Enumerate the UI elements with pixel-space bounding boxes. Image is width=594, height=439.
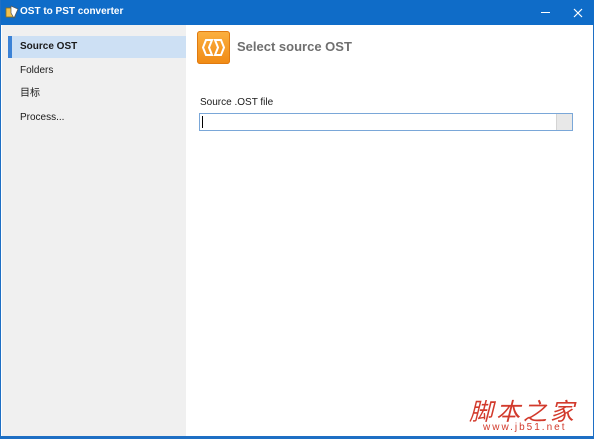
text-caret — [202, 116, 203, 128]
watermark-url: www.jb51.net — [483, 422, 567, 433]
source-file-field[interactable] — [199, 113, 573, 131]
window-title: OST to PST converter — [20, 6, 124, 17]
sidebar-item-label: Folders — [20, 65, 54, 76]
outlook-exchange-icon — [197, 31, 230, 64]
title-bar[interactable]: OST to PST converter — [1, 0, 594, 25]
close-icon — [573, 8, 583, 17]
minimize-icon — [540, 12, 550, 13]
sidebar-item-source-ost[interactable]: Source OST — [8, 36, 186, 58]
minimize-button[interactable] — [528, 0, 562, 25]
close-button[interactable] — [561, 0, 594, 25]
sidebar-item-target[interactable]: 目标 — [8, 83, 186, 105]
source-file-label: Source .OST file — [200, 97, 274, 108]
watermark: 脚本之家 www.jb51.net — [469, 392, 593, 436]
sidebar-item-label: Process... — [20, 112, 65, 123]
sidebar: Source OST Folders 目标 Process... — [2, 25, 186, 438]
main-panel: Select source OST Source .OST file — [187, 25, 593, 438]
source-file-input[interactable] — [200, 114, 556, 130]
app-icon — [5, 5, 19, 19]
page-title: Select source OST — [237, 39, 352, 54]
active-marker — [8, 36, 12, 58]
browse-button[interactable] — [556, 114, 572, 130]
sidebar-item-label: Source OST — [20, 41, 78, 52]
sidebar-item-process[interactable]: Process... — [8, 107, 186, 129]
app-window: OST to PST converter Source OST Folders … — [0, 0, 594, 439]
sidebar-item-label: 目标 — [20, 88, 40, 99]
sidebar-item-folders[interactable]: Folders — [8, 60, 186, 82]
